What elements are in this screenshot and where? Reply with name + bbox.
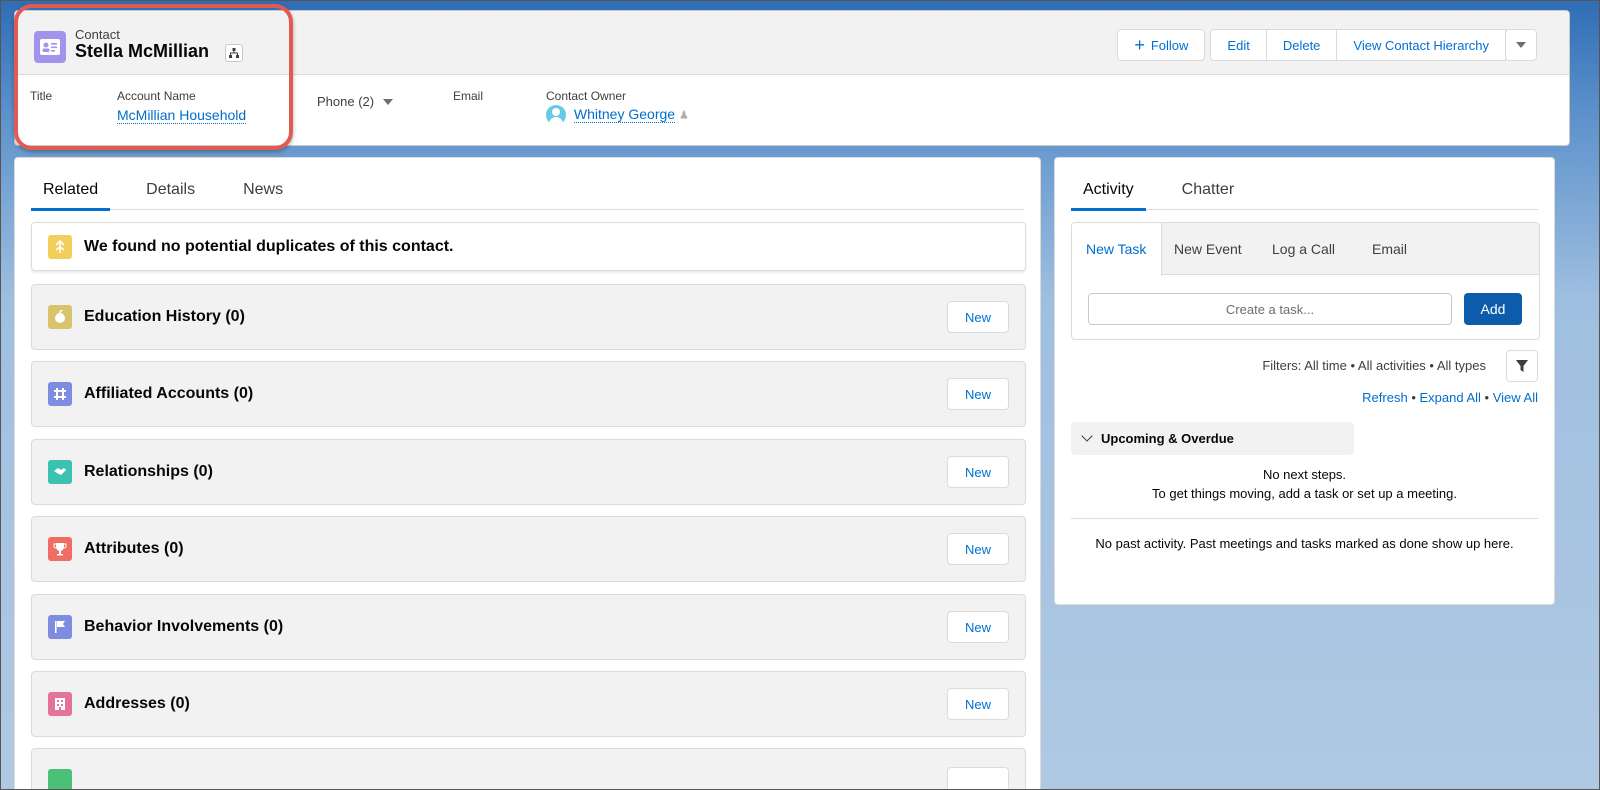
building-icon (48, 692, 72, 716)
handshake-icon (48, 460, 72, 484)
filter-icon (1516, 360, 1528, 372)
link-separator: • (1480, 390, 1493, 405)
tab-chatter[interactable]: Chatter (1170, 170, 1246, 210)
chevron-down-icon (1516, 42, 1526, 48)
related-panel: Related Details News We found no potenti… (14, 157, 1041, 790)
related-list-title[interactable]: Relationships (0) (84, 463, 947, 481)
chevron-down-icon (1081, 430, 1093, 442)
email-field: Email (453, 89, 483, 103)
education-icon (48, 305, 72, 329)
new-button[interactable]: New (947, 688, 1009, 720)
tab-new-event[interactable]: New Event (1162, 223, 1258, 274)
plus-icon: + (1134, 35, 1145, 55)
title-label: Title (30, 89, 53, 103)
related-list-partial (31, 748, 1026, 790)
related-list-education-history: Education History (0) New (31, 284, 1026, 350)
related-list-addresses: Addresses (0) New (31, 671, 1026, 737)
follow-button[interactable]: + Follow (1117, 29, 1206, 61)
related-list-title[interactable]: Behavior Involvements (0) (84, 618, 947, 636)
filter-button[interactable] (1506, 350, 1538, 382)
tab-related[interactable]: Related (31, 170, 111, 211)
view-contact-hierarchy-button[interactable]: View Contact Hierarchy (1336, 29, 1506, 61)
related-list-relationships: Relationships (0) New (31, 439, 1026, 505)
related-list-icon (48, 769, 72, 790)
related-list-title[interactable]: Affiliated Accounts (0) (84, 385, 947, 403)
record-header: Contact Stella McMillian + Follow Edit D… (14, 10, 1570, 146)
tab-log-a-call[interactable]: Log a Call (1258, 223, 1358, 274)
phone-field[interactable]: Phone (2) (317, 93, 393, 109)
upcoming-overdue-section[interactable]: Upcoming & Overdue (1071, 422, 1354, 455)
view-all-link[interactable]: View All (1493, 390, 1538, 405)
related-list-title[interactable]: Education History (0) (84, 308, 947, 326)
new-button[interactable] (947, 767, 1009, 790)
edit-button[interactable]: Edit (1210, 29, 1267, 61)
change-owner-icon[interactable]: ♟ (679, 110, 689, 122)
account-name-label: Account Name (117, 89, 196, 103)
upcoming-overdue-title: Upcoming & Overdue (1101, 431, 1234, 446)
chevron-down-icon (382, 99, 393, 106)
tab-new-task[interactable]: New Task (1072, 223, 1162, 276)
header-actions: + Follow Edit Delete View Contact Hierar… (1117, 29, 1537, 61)
contact-owner-link[interactable]: Whitney George (573, 106, 676, 123)
phone-label: Phone (2) (317, 94, 375, 109)
related-list-behavior-involvements: Behavior Involvements (0) New (31, 594, 1026, 660)
activity-links: Refresh • Expand All • View All (1362, 390, 1538, 405)
follow-label: Follow (1150, 37, 1189, 53)
no-next-steps: No next steps. To get things moving, add… (1071, 465, 1538, 503)
filters-text: Filters: All time • All activities • All… (1262, 358, 1486, 373)
email-label: Email (453, 89, 484, 103)
merge-icon (48, 234, 72, 259)
trophy-icon (48, 537, 72, 561)
related-list-title[interactable]: Addresses (0) (84, 695, 947, 713)
tab-activity[interactable]: Activity (1071, 170, 1146, 211)
link-separator: • (1407, 390, 1420, 405)
flag-icon (48, 615, 72, 639)
divider (1071, 518, 1538, 519)
related-list-title[interactable]: Attributes (0) (84, 540, 947, 558)
more-actions-button[interactable] (1505, 29, 1537, 61)
contact-icon (34, 31, 66, 63)
highlight-fields: Title Account Name McMillian Household P… (15, 75, 1569, 147)
new-button[interactable]: New (947, 611, 1009, 643)
publisher-tabs: New Task New Event Log a Call Email (1072, 223, 1539, 276)
activity-panel: Activity Chatter New Task New Event Log … (1054, 157, 1555, 605)
tab-news[interactable]: News (231, 170, 295, 210)
right-tabs: Activity Chatter (1071, 170, 1538, 211)
account-name-link[interactable]: McMillian Household (117, 107, 247, 124)
related-list-affiliated-accounts: Affiliated Accounts (0) New (31, 361, 1026, 427)
activity-publisher: New Task New Event Log a Call Email Crea… (1071, 222, 1540, 340)
tab-details[interactable]: Details (134, 170, 207, 210)
contact-owner-field: Contact Owner Whitney George ♟ (546, 89, 689, 125)
delete-button[interactable]: Delete (1265, 29, 1338, 61)
no-past-activity: No past activity. Past meetings and task… (1095, 536, 1514, 551)
avatar (546, 105, 566, 125)
record-header-top: Contact Stella McMillian + Follow Edit D… (15, 11, 1569, 75)
new-button[interactable]: New (947, 301, 1009, 333)
hierarchy-icon[interactable] (225, 44, 243, 62)
title-field: Title (30, 89, 52, 103)
left-tabs: Related Details News (31, 170, 1024, 211)
refresh-link[interactable]: Refresh (1362, 390, 1408, 405)
record-name: Stella McMillian (75, 41, 210, 61)
duplicates-card: We found no potential duplicates of this… (31, 222, 1026, 271)
new-button[interactable]: New (947, 378, 1009, 410)
expand-all-link[interactable]: Expand All (1419, 390, 1480, 405)
account-name-field: Account Name McMillian Household (117, 89, 247, 124)
affiliation-icon (48, 382, 72, 406)
no-next-steps-line2: To get things moving, add a task or set … (1152, 486, 1457, 501)
related-list-attributes: Attributes (0) New (31, 516, 1026, 582)
add-button[interactable]: Add (1464, 293, 1522, 325)
new-button[interactable]: New (947, 456, 1009, 488)
create-task-input[interactable]: Create a task... (1088, 293, 1452, 325)
object-type-label: Contact (75, 27, 120, 42)
no-next-steps-line1: No next steps. (1262, 467, 1347, 482)
tab-email[interactable]: Email (1358, 223, 1448, 274)
duplicates-message: We found no potential duplicates of this… (84, 237, 454, 255)
new-button[interactable]: New (947, 533, 1009, 565)
contact-owner-label: Contact Owner (546, 89, 627, 103)
